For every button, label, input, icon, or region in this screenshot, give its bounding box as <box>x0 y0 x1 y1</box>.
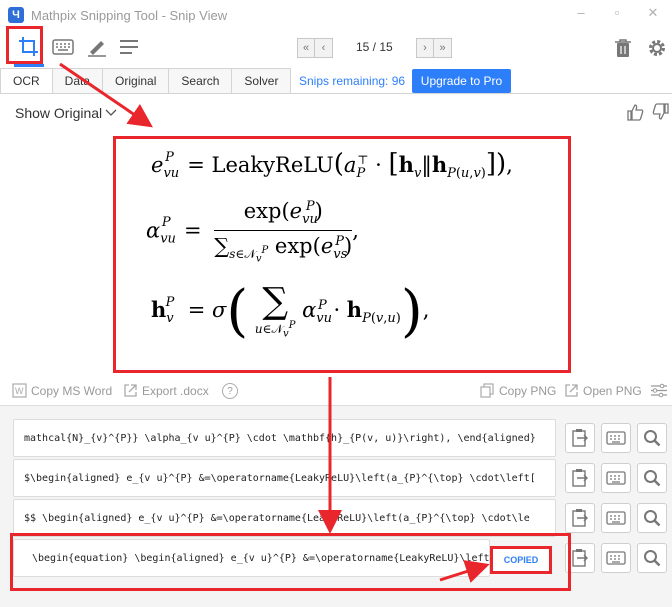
close-icon[interactable]: ✕ <box>646 6 660 20</box>
pager-forward-group: › » <box>416 37 452 59</box>
search-icon <box>643 549 661 567</box>
export-docx-label: Export .docx <box>142 383 209 398</box>
clipboard-copy-icon <box>571 548 589 568</box>
prev-page-button[interactable]: ‹ <box>315 38 333 58</box>
show-original-toggle[interactable]: Show Original <box>15 105 117 121</box>
trash-icon[interactable] <box>610 35 636 61</box>
export-docx-button[interactable]: Export .docx <box>123 383 209 398</box>
menu-lines-icon[interactable] <box>116 34 142 60</box>
open-png-label: Open PNG <box>583 383 642 398</box>
copy-ms-word-label: Copy MS Word <box>31 383 113 398</box>
copy-format-button-4[interactable] <box>565 543 595 573</box>
copy-format-button-2[interactable] <box>565 463 595 493</box>
page-count: 15 / 15 <box>356 40 393 54</box>
minimize-icon[interactable]: – <box>574 6 588 20</box>
equation-line-2: αvuP = exp(evuP) ∑s∈𝒩vP exp(evsP) , <box>146 199 359 265</box>
title-bar: Ч Mathpix Snipping Tool - Snip View – ▫ … <box>0 0 672 30</box>
gear-icon[interactable] <box>644 35 670 61</box>
settings-sliders-icon[interactable] <box>650 383 668 398</box>
thumbs-up-icon[interactable] <box>626 103 644 121</box>
equation-line-1: evuP = LeakyReLU(aP⊤ · [hv‖hP(u,v)]), <box>151 149 513 182</box>
search-icon <box>643 469 661 487</box>
copy-format-button-3[interactable] <box>565 503 595 533</box>
keyboard-icon <box>606 511 626 525</box>
search-format-button-3[interactable] <box>637 503 667 533</box>
copied-badge: COPIED <box>490 546 552 574</box>
equation-preview: evuP = LeakyReLU(aP⊤ · [hv‖hP(u,v)]), αv… <box>113 136 571 373</box>
tab-original[interactable]: Original <box>103 68 170 94</box>
format-row-2[interactable]: $\begin{aligned} e_{v u}^{P} &=\operator… <box>13 459 556 497</box>
clipboard-copy-icon <box>571 508 589 528</box>
crop-capture-icon[interactable] <box>16 34 42 60</box>
help-button[interactable]: ? <box>222 383 238 399</box>
show-original-label: Show Original <box>15 105 103 121</box>
tabs-divider <box>0 93 672 94</box>
copy-png-label: Copy PNG <box>499 383 557 398</box>
clipboard-copy-icon <box>571 428 589 448</box>
tab-ocr[interactable]: OCR <box>0 68 53 94</box>
edit-format-button-4[interactable] <box>601 543 631 573</box>
chevron-down-icon <box>105 109 117 116</box>
active-tool-indicator <box>14 64 44 67</box>
keyboard-icon <box>606 471 626 485</box>
keyboard-icon <box>606 431 626 445</box>
word-doc-icon: W <box>12 383 27 398</box>
search-icon <box>643 429 661 447</box>
view-tabs: OCR Data Original Search Solver <box>0 68 292 94</box>
tab-solver[interactable]: Solver <box>232 68 292 94</box>
search-icon <box>643 509 661 527</box>
external-link-icon <box>565 384 578 397</box>
equation-line-3: hvP = σ( ∑ u∈𝒩vP αvuP · hP(v,u)), <box>151 279 430 344</box>
copy-actions-row: W Copy MS Word Export .docx ? Copy PNG O… <box>0 378 672 404</box>
edit-format-button-3[interactable] <box>601 503 631 533</box>
copy-ms-word-button[interactable]: W Copy MS Word <box>12 383 112 398</box>
edit-format-button-1[interactable] <box>601 423 631 453</box>
search-format-button-2[interactable] <box>637 463 667 493</box>
format-row-3[interactable]: $$ \begin{aligned} e_{v u}^{P} &=\operat… <box>13 499 556 537</box>
keyboard-icon[interactable] <box>50 34 76 60</box>
first-page-button[interactable]: « <box>297 38 315 58</box>
mathpix-logo-icon: Ч <box>8 7 24 23</box>
clipboard-copy-icon <box>571 468 589 488</box>
open-png-button[interactable]: Open PNG <box>564 383 642 398</box>
search-format-button-4[interactable] <box>637 543 667 573</box>
handwriting-pen-icon[interactable] <box>84 34 110 60</box>
tab-search[interactable]: Search <box>169 68 233 94</box>
snips-remaining: Snips remaining: 96 <box>299 74 406 88</box>
window-title: Mathpix Snipping Tool - Snip View <box>31 7 228 23</box>
tab-data[interactable]: Data <box>52 68 104 94</box>
toolbar <box>0 30 672 66</box>
last-page-button[interactable]: » <box>434 38 452 58</box>
keyboard-icon <box>606 551 626 565</box>
maximize-icon[interactable]: ▫ <box>610 6 624 20</box>
copy-png-button[interactable]: Copy PNG <box>480 383 556 398</box>
next-page-button[interactable]: › <box>416 38 434 58</box>
thumbs-down-icon[interactable] <box>652 103 670 121</box>
search-format-button-1[interactable] <box>637 423 667 453</box>
pager-back-group: « ‹ <box>297 37 333 59</box>
upgrade-button[interactable]: Upgrade to Pro <box>412 69 511 93</box>
external-link-icon <box>124 384 137 397</box>
help-icon: ? <box>222 383 238 399</box>
format-row-4[interactable]: \begin{equation} \begin{aligned} e_{v u}… <box>13 539 490 577</box>
format-row-1[interactable]: mathcal{N}_{v}^{P}} \alpha_{v u}^{P} \cd… <box>13 419 556 457</box>
edit-format-button-2[interactable] <box>601 463 631 493</box>
copy-format-button-1[interactable] <box>565 423 595 453</box>
copy-icon <box>480 383 494 398</box>
svg-text:W: W <box>15 386 24 396</box>
